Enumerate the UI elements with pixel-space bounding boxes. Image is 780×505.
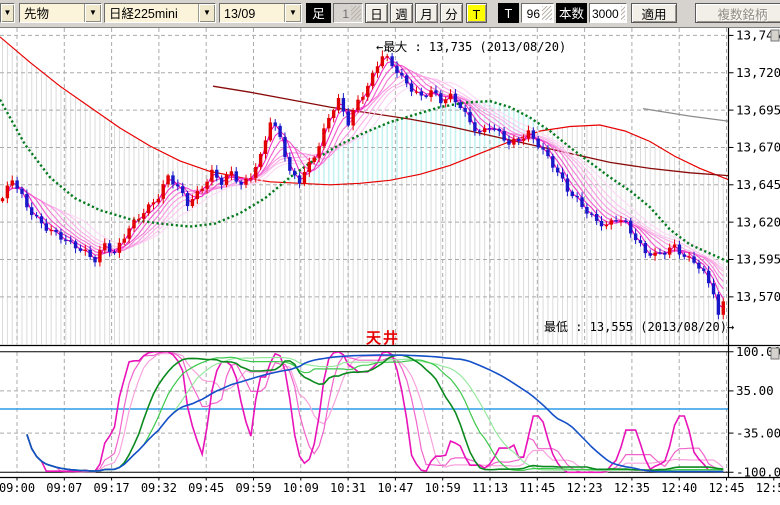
x-axis-label: 12:45	[708, 481, 744, 495]
rci-axis-label: 35.00	[736, 383, 774, 398]
splitter-handle[interactable]	[771, 30, 779, 41]
rci-axis-label: -35.00	[736, 425, 780, 440]
annotation-ceiling: 天井	[366, 327, 400, 348]
y-axis-label: 13,595	[736, 252, 780, 267]
chevron-down-icon[interactable]: ▼	[1, 4, 14, 22]
x-axis-label: 11:45	[519, 481, 555, 495]
hidden-combo[interactable]: ▼	[0, 3, 15, 23]
y-axis-label: 13,695	[736, 102, 780, 117]
tick-count-input[interactable]: 96	[521, 3, 554, 23]
x-axis-label: 09:00	[0, 481, 35, 495]
tick-count-value: 96	[522, 4, 542, 22]
x-axis-label: 09:45	[188, 481, 224, 495]
interval-value: 1	[334, 4, 351, 22]
y-axis-label: 13,570	[736, 289, 780, 304]
x-axis-label: 10:09	[283, 481, 319, 495]
x-axis-labels: 09:00 09:07 09:17 09:32 09:45 09:59 10:09 10:31…	[0, 478, 780, 496]
bars-count-value: 3000	[590, 4, 621, 22]
price-chart-svg[interactable]: 13,74513,72013,69513,67013,64513,62013,5…	[0, 0, 780, 500]
bars-label: 本数	[556, 3, 587, 23]
x-axis-label: 12:35	[614, 481, 650, 495]
x-axis-label: 11:13	[472, 481, 508, 495]
chevron-down-icon[interactable]: ▼	[284, 4, 301, 22]
x-axis-label: 09:59	[235, 481, 271, 495]
tick-toggle-button[interactable]: T	[466, 3, 487, 23]
annotation-min: 最低 : 13,555 (2013/08/20)→	[544, 318, 734, 335]
splitter-handle[interactable]	[771, 348, 779, 359]
y-axis-label: 13,645	[736, 177, 780, 192]
period-week-button[interactable]: 週	[390, 3, 413, 23]
x-axis-label: 09:17	[94, 481, 130, 495]
x-axis-label: 12:23	[567, 481, 603, 495]
instrument-combo[interactable]: 先物 ▼	[19, 3, 102, 23]
spinner-icon[interactable]	[621, 6, 625, 20]
bars-count-input[interactable]: 3000	[589, 3, 627, 23]
x-axis-label: 10:47	[377, 481, 413, 495]
chart-area[interactable]: 13,74513,72013,69513,67013,64513,62013,5…	[0, 0, 780, 500]
x-axis-label: 12:50	[756, 481, 780, 495]
ashi-label: 足	[306, 3, 331, 23]
x-axis-label: 12:40	[661, 481, 697, 495]
period-day-button[interactable]: 日	[365, 3, 388, 23]
multi-symbol-button[interactable]: 複数銘柄	[695, 3, 780, 23]
rci-axis-label: -100.00	[736, 464, 780, 479]
interval-input[interactable]: 1	[333, 3, 363, 23]
apply-button[interactable]: 適用	[631, 3, 677, 23]
toolbar: ▼ 先物 ▼ 日経225mini ▼ 13/09 ▼ 足 1 日 週 月 分 T…	[0, 0, 780, 28]
spinner-icon[interactable]	[542, 6, 552, 20]
symbol-combo-value: 日経225mini	[105, 4, 198, 22]
x-axis-label: 09:32	[141, 481, 177, 495]
instrument-combo-value: 先物	[20, 4, 84, 22]
annotation-max: ←最大 : 13,735 (2013/08/20)	[376, 38, 566, 55]
x-axis-label: 10:59	[425, 481, 461, 495]
spinner-icon[interactable]	[351, 6, 361, 20]
symbol-combo[interactable]: 日経225mini ▼	[104, 3, 216, 23]
tick-field-label: T	[498, 3, 519, 23]
y-axis-label: 13,720	[736, 65, 780, 80]
x-axis-label: 10:31	[330, 481, 366, 495]
y-axis-label: 13,620	[736, 214, 780, 229]
contract-month-combo[interactable]: 13/09 ▼	[219, 3, 302, 23]
contract-month-combo-value: 13/09	[220, 4, 284, 22]
chevron-down-icon[interactable]: ▼	[198, 4, 215, 22]
y-axis-label: 13,670	[736, 140, 780, 155]
chevron-down-icon[interactable]: ▼	[84, 4, 101, 22]
period-minute-button[interactable]: 分	[440, 3, 463, 23]
period-month-button[interactable]: 月	[415, 3, 438, 23]
x-axis-label: 09:07	[46, 481, 82, 495]
